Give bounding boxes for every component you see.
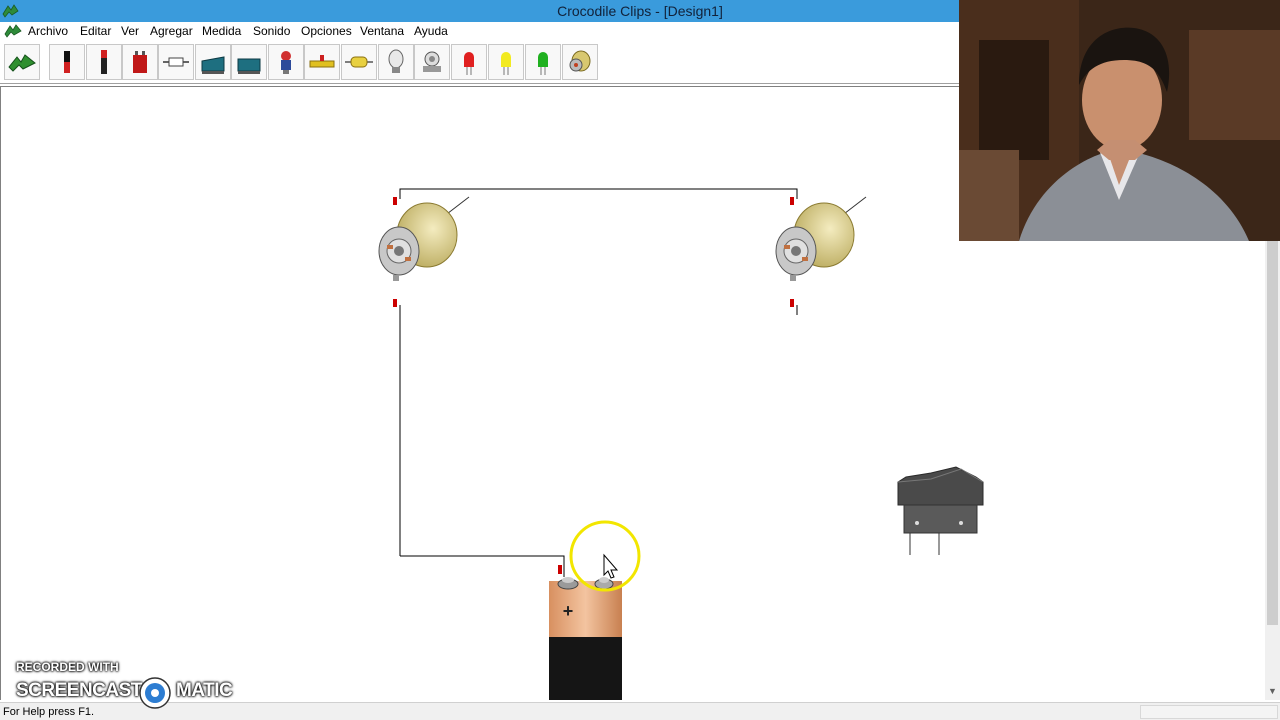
menu-archivo[interactable]: Archivo (28, 24, 68, 38)
tool-buzzer-button[interactable] (414, 44, 450, 80)
app-window: Crocodile Clips - [Design1] Archivo Edit… (0, 0, 1280, 720)
tool-fuse-button[interactable] (158, 44, 194, 80)
menu-sonido[interactable]: Sonido (253, 24, 290, 38)
tool-bulb-button[interactable] (378, 44, 414, 80)
resistor-variable-icon (309, 55, 335, 68)
tool-resistor-button[interactable] (341, 44, 377, 80)
tool-motor-button[interactable] (562, 44, 598, 80)
tool-switch-2-button[interactable] (231, 44, 267, 80)
motor-icon (569, 50, 591, 72)
circuit-wires[interactable] (399, 188, 798, 577)
menu-ventana[interactable]: Ventana (360, 24, 404, 38)
tool-led-yellow-button[interactable] (488, 44, 524, 80)
switch-icon (201, 56, 225, 74)
led-red-icon (464, 52, 474, 75)
screencast-logo-icon (139, 677, 171, 709)
mouse-pointer-icon (603, 553, 619, 579)
tool-battery-button[interactable] (122, 44, 158, 80)
watermark-brand-left: SCREENCAST (16, 680, 142, 701)
tool-push-button[interactable] (268, 44, 304, 80)
rocker-switch-component[interactable] (897, 466, 984, 555)
tool-led-red-button[interactable] (451, 44, 487, 80)
tool-cell-button[interactable] (49, 44, 85, 80)
menu-ayuda[interactable]: Ayuda (414, 24, 448, 38)
menu-ver[interactable]: Ver (121, 24, 139, 38)
tool-cell-2-button[interactable] (86, 44, 122, 80)
watermark-recorded-with: RECORDED WITH (16, 660, 119, 674)
crocodile-document-icon[interactable] (4, 23, 22, 39)
motor-component-1[interactable] (378, 196, 470, 281)
watermark-brand-right: MATIC (176, 680, 233, 701)
menu-medida[interactable]: Medida (202, 24, 241, 38)
switch-2-icon (237, 58, 261, 74)
menu-editar[interactable]: Editar (80, 24, 111, 38)
battery-cell-icon (64, 51, 70, 73)
bulb-icon (388, 49, 404, 73)
led-green-icon (538, 52, 548, 75)
battery-plus-label: + (563, 601, 574, 621)
status-pane (1140, 705, 1278, 719)
terminal-markers[interactable] (393, 197, 794, 574)
tool-variable-resistor-button[interactable] (304, 44, 340, 80)
scroll-down-arrow-icon[interactable]: ▼ (1265, 686, 1280, 696)
tool-switch-button[interactable] (195, 44, 231, 80)
status-text: For Help press F1. (3, 706, 95, 718)
crocodile-clip-icon (8, 54, 36, 72)
webcam-overlay (959, 0, 1280, 241)
push-button-icon (281, 51, 291, 74)
fuse-icon (163, 57, 189, 67)
webcam-presenter-image (959, 0, 1280, 241)
battery-component[interactable]: + (549, 577, 622, 700)
menu-agregar[interactable]: Agregar (150, 24, 193, 38)
menu-opciones[interactable]: Opciones (301, 24, 352, 38)
tool-led-green-button[interactable] (525, 44, 561, 80)
led-yellow-icon (501, 52, 511, 75)
motor-component-2[interactable] (775, 196, 867, 281)
buzzer-icon (423, 51, 441, 72)
battery-9v-icon (133, 51, 147, 73)
resistor-icon (345, 56, 373, 68)
battery-cell-tall-icon (101, 50, 107, 74)
tool-crocodile-clip-button[interactable] (4, 44, 40, 80)
status-bar: For Help press F1. (0, 702, 1280, 720)
